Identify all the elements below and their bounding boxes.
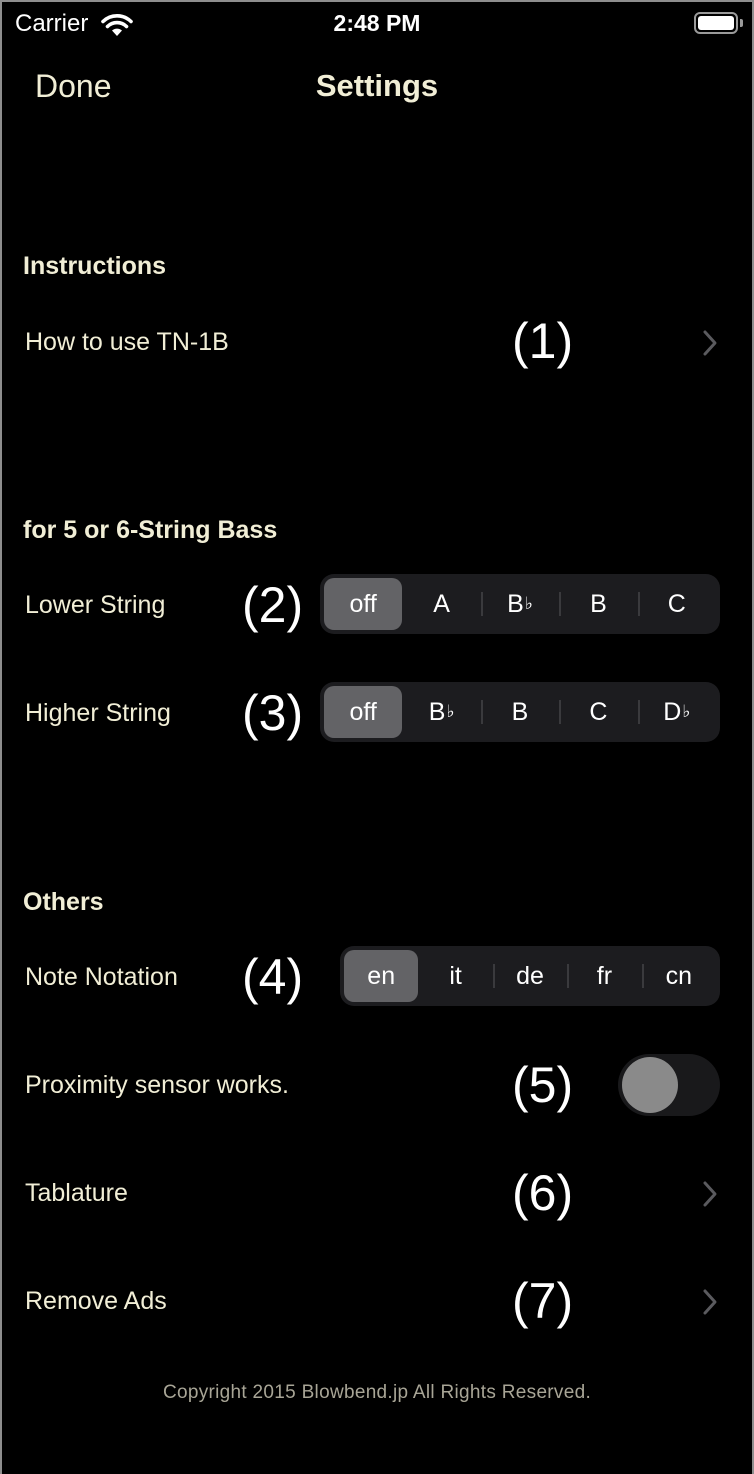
marker-3: (3) <box>242 685 304 741</box>
chevron-right-icon <box>703 330 717 356</box>
battery-icon <box>694 12 738 34</box>
flat-symbol: ♭ <box>524 594 533 613</box>
section-header-others: Others <box>23 888 104 916</box>
lower-string-segmented-control[interactable]: off A B ♭ B C <box>320 574 720 634</box>
note-notation-label: Note Notation <box>25 963 178 991</box>
higher-string-option-d-flat[interactable]: D ♭ <box>637 686 716 738</box>
lower-string-label: Lower String <box>25 591 166 619</box>
higher-string-label: Higher String <box>25 699 171 727</box>
page-title: Settings <box>315 68 439 103</box>
higher-string-option-off[interactable]: off <box>324 686 403 738</box>
notation-option-it[interactable]: it <box>418 950 492 1002</box>
remove-ads-label: Remove Ads <box>25 1287 167 1315</box>
notation-option-de[interactable]: de <box>492 950 567 1002</box>
how-to-use-label: How to use TN-1B <box>25 328 229 356</box>
lower-string-option-off[interactable]: off <box>324 578 403 630</box>
lower-string-option-b-flat[interactable]: B ♭ <box>480 578 559 630</box>
notation-option-cn[interactable]: cn <box>641 950 716 1002</box>
lower-string-option-a[interactable]: A <box>402 578 480 630</box>
toggle-knob <box>622 1057 678 1113</box>
higher-string-option-b-flat[interactable]: B ♭ <box>402 686 480 738</box>
marker-6: (6) <box>512 1165 574 1221</box>
remove-ads-row[interactable]: Remove Ads (7) <box>2 1260 752 1340</box>
lower-string-option-c[interactable]: C <box>637 578 716 630</box>
copyright-text: Copyright 2015 Blowbend.jp All Rights Re… <box>162 1382 592 1403</box>
notation-option-en[interactable]: en <box>344 950 419 1002</box>
flat-symbol: ♭ <box>446 702 455 721</box>
chevron-right-icon <box>703 1181 717 1207</box>
settings-screen: Carrier 2:48 PM Done Settings Instructio… <box>2 2 752 1474</box>
note-notation-segmented-control[interactable]: en it de fr cn <box>340 946 720 1006</box>
chevron-right-icon <box>703 1289 717 1315</box>
tablature-row[interactable]: Tablature (6) <box>2 1152 752 1232</box>
higher-string-segmented-control[interactable]: off B ♭ B C D ♭ <box>320 682 720 742</box>
section-header-bass: for 5 or 6-String Bass <box>23 516 278 544</box>
section-header-instructions: Instructions <box>23 252 167 280</box>
how-to-use-row[interactable]: How to use TN-1B (1) <box>2 302 752 382</box>
notation-option-fr[interactable]: fr <box>567 950 641 1002</box>
flat-symbol: ♭ <box>682 702 691 721</box>
higher-string-option-c[interactable]: C <box>559 686 637 738</box>
higher-string-option-b[interactable]: B <box>480 686 559 738</box>
proximity-sensor-toggle[interactable] <box>618 1054 720 1116</box>
marker-4: (4) <box>242 949 304 1005</box>
marker-7: (7) <box>512 1273 574 1329</box>
marker-1: (1) <box>512 313 574 369</box>
tablature-label: Tablature <box>25 1179 128 1207</box>
battery-tip <box>740 19 743 27</box>
lower-string-option-b[interactable]: B <box>559 578 637 630</box>
marker-5: (5) <box>512 1057 574 1113</box>
marker-2: (2) <box>242 577 304 633</box>
status-time: 2:48 PM <box>333 10 421 36</box>
proximity-sensor-label: Proximity sensor works. <box>25 1071 289 1099</box>
